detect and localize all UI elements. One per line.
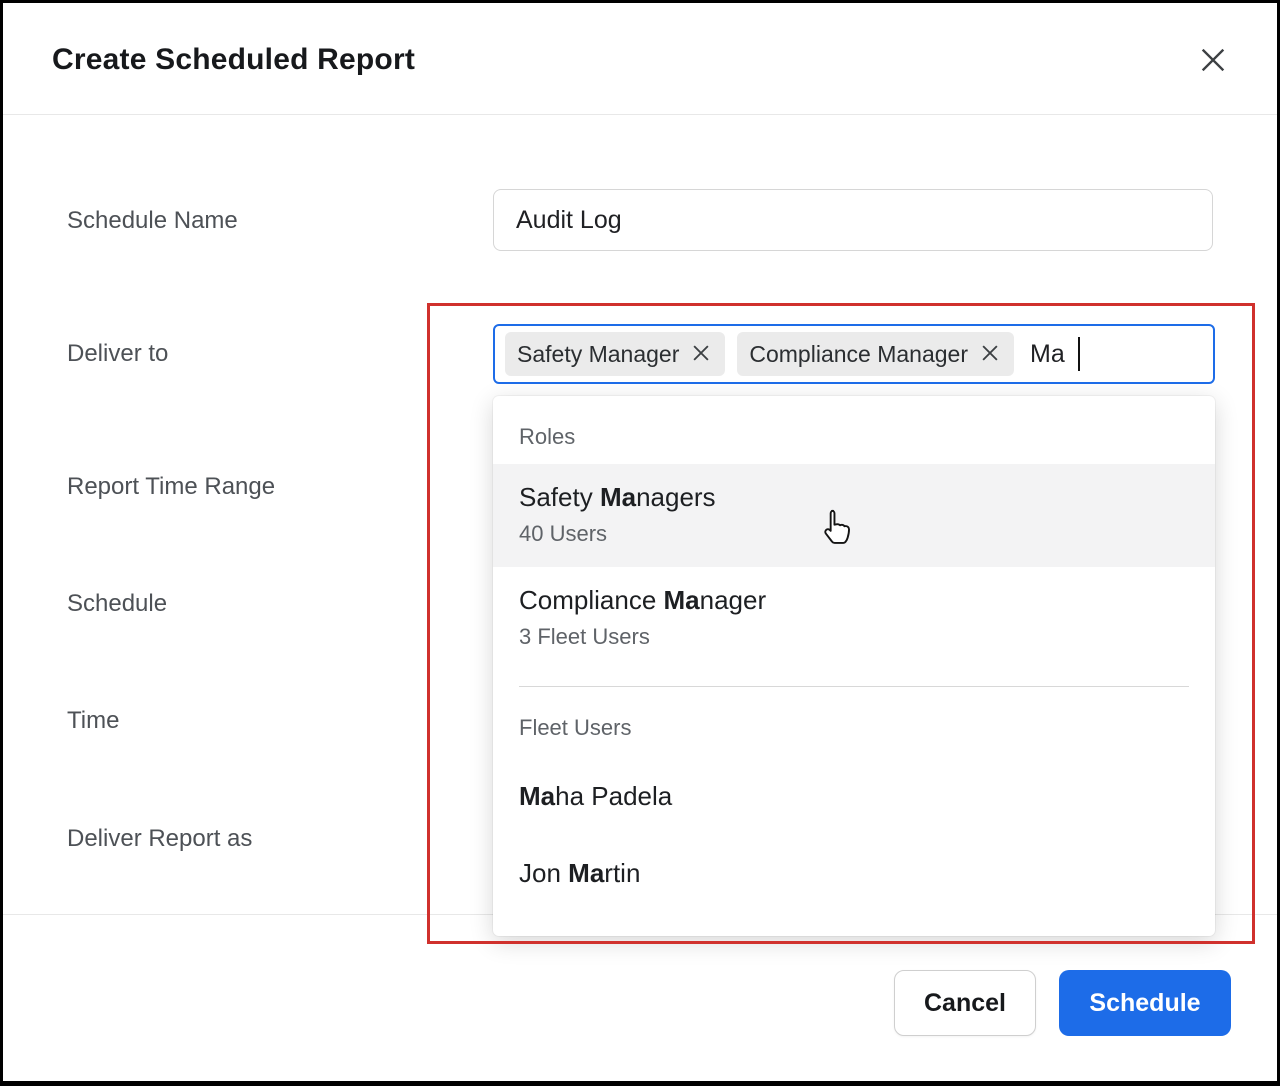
dropdown-item-name: Compliance Manager — [519, 585, 1189, 616]
deliver-to-dropdown: Roles Safety Managers 40 Users Complianc… — [493, 396, 1215, 936]
dropdown-item-name: Safety Managers — [519, 482, 1189, 513]
dropdown-section-roles: Roles — [493, 414, 1215, 464]
dropdown-divider — [519, 686, 1189, 687]
dropdown-item-subtitle: 40 Users — [519, 521, 1189, 547]
cancel-button[interactable]: Cancel — [894, 970, 1036, 1036]
recipient-tag-label: Compliance Manager — [749, 341, 968, 368]
dropdown-item-compliance-manager[interactable]: Compliance Manager 3 Fleet Users — [493, 567, 1215, 670]
dropdown-item-name: Maha Padela — [519, 781, 1189, 812]
deliver-report-as-label: Deliver Report as — [67, 825, 252, 853]
modal-title: Create Scheduled Report — [52, 43, 415, 77]
recipient-tag: Safety Manager — [505, 332, 725, 376]
remove-icon — [980, 343, 1000, 366]
deliver-to-input[interactable]: Safety Manager Compliance Manager Ma — [493, 324, 1215, 384]
remove-icon — [691, 343, 711, 366]
recipient-tag-label: Safety Manager — [517, 341, 679, 368]
dropdown-item-safety-managers[interactable]: Safety Managers 40 Users — [493, 464, 1215, 567]
dropdown-section-fleet-users: Fleet Users — [493, 703, 1215, 757]
remove-tag-button[interactable] — [689, 341, 713, 368]
schedule-button[interactable]: Schedule — [1059, 970, 1231, 1036]
time-label: Time — [67, 707, 119, 735]
text-cursor — [1078, 337, 1080, 371]
modal-header: Create Scheduled Report — [3, 3, 1277, 115]
schedule-name-input[interactable] — [493, 189, 1213, 251]
dropdown-item-jon-martin[interactable]: Jon Martin — [493, 834, 1215, 911]
deliver-to-label: Deliver to — [67, 340, 168, 368]
report-time-range-label: Report Time Range — [67, 473, 275, 501]
recipient-tag: Compliance Manager — [737, 332, 1014, 376]
schedule-name-label: Schedule Name — [67, 207, 238, 235]
close-button[interactable] — [1193, 41, 1233, 81]
close-icon — [1198, 45, 1228, 78]
create-scheduled-report-modal: Create Scheduled Report Schedule Name De… — [0, 0, 1280, 1086]
dropdown-item-maha-padela[interactable]: Maha Padela — [493, 757, 1215, 834]
dropdown-item-name: Jon Martin — [519, 858, 1189, 889]
dropdown-item-subtitle: 3 Fleet Users — [519, 624, 1189, 650]
typed-query: Ma — [1030, 340, 1065, 369]
remove-tag-button[interactable] — [978, 341, 1002, 368]
schedule-label: Schedule — [67, 590, 167, 618]
